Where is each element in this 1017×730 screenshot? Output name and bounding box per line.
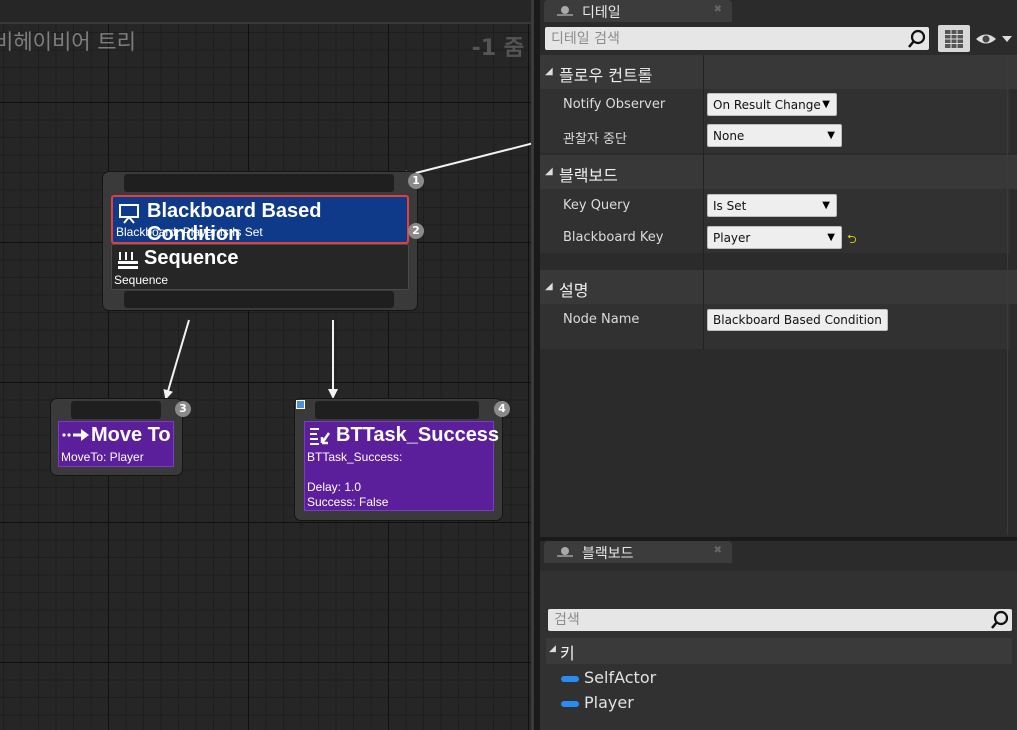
- composite-subtitle: Sequence: [114, 273, 169, 287]
- blackboard-search-field[interactable]: [548, 609, 1012, 631]
- reset-to-default-icon[interactable]: ⮌: [847, 230, 857, 251]
- property-column-divider[interactable]: [703, 55, 704, 350]
- move-to-title: Move To: [91, 424, 171, 446]
- node-name-label: Node Name: [563, 312, 640, 327]
- blackboard-section-header[interactable]: ◢ 블랙보드: [540, 155, 1017, 189]
- blackboard-key-label: Blackboard Key: [563, 230, 664, 245]
- node-name-input[interactable]: Blackboard Based Condition: [707, 309, 888, 331]
- observer-aborts-label: 관찰자 중단: [563, 132, 627, 147]
- notify-observer-dropdown[interactable]: On Result Change ▼: [707, 93, 837, 116]
- bttask-success-task[interactable]: BTTask_Success BTTask_Success: Delay: 1.…: [304, 421, 499, 511]
- collapse-arrow-icon: ◢: [549, 644, 556, 654]
- decorator-title: Blackboard Based Condition: [147, 200, 322, 245]
- key-name: SelfActor: [584, 668, 657, 687]
- close-icon[interactable]: ✖: [714, 4, 722, 15]
- task-list-icon: [310, 428, 331, 445]
- input-pin[interactable]: [71, 401, 161, 419]
- wire-composite-to-moveto: [163, 319, 190, 400]
- collapse-arrow-icon: ◢: [545, 166, 553, 177]
- keys-section-label: 키: [560, 644, 575, 663]
- search-icon: [908, 29, 926, 48]
- execution-index-badge: 1: [408, 173, 424, 189]
- bttask-index-badge: 4: [494, 401, 510, 417]
- description-section-label: 설명: [559, 281, 589, 300]
- blackboard-search-input[interactable]: [548, 609, 1012, 631]
- blackboard-key-dropdown[interactable]: Player ▼: [707, 226, 842, 249]
- move-to-subtitle: MoveTo: Player: [61, 450, 144, 464]
- blackboard-key-value: Player: [713, 231, 751, 245]
- search-icon: [991, 610, 1009, 629]
- details-scrollbar-track[interactable]: [1007, 55, 1008, 535]
- behavior-tree-graph[interactable]: 비헤이비어 트리 -1 줌 1 Blackboard Based Conditi…: [0, 0, 534, 730]
- flow-control-section-label: 플로우 컨트롤: [559, 66, 653, 85]
- blackboard-tab-icon: [557, 547, 573, 557]
- chevron-down-icon: ▼: [822, 200, 830, 211]
- blackboard-icon: [119, 204, 139, 224]
- details-tab-label: 디테일: [582, 5, 621, 21]
- close-icon[interactable]: ✖: [714, 545, 722, 556]
- visibility-options-button[interactable]: [975, 30, 1015, 48]
- blackboard-section-label: 블랙보드: [559, 166, 618, 185]
- input-pin[interactable]: [124, 174, 394, 192]
- move-to-task[interactable]: Move To MoveTo: Player: [58, 421, 174, 467]
- sequence-icon: [118, 252, 138, 269]
- sequence-composite[interactable]: Sequence Sequence: [111, 244, 409, 290]
- details-search-field[interactable]: [545, 27, 929, 50]
- bttask-title: BTTask_Success: [336, 424, 500, 446]
- output-pin[interactable]: [124, 291, 394, 308]
- key-query-dropdown[interactable]: Is Set ▼: [707, 194, 837, 217]
- eye-icon: [976, 34, 1012, 44]
- bttask-line-1: BTTask_Success:: [307, 450, 403, 464]
- details-search-input[interactable]: [545, 27, 929, 50]
- blackboard-decorator[interactable]: Blackboard Based Condition Blackboard: P…: [111, 195, 409, 245]
- description-section-header[interactable]: ◢ 설명: [540, 270, 1017, 304]
- decorator-subtitle: Blackboard: Player is Is Set: [116, 225, 263, 239]
- object-key-icon: [561, 676, 579, 682]
- object-key-icon: [561, 701, 579, 707]
- blackboard-panel: 블랙보드 ✖ ◢ 키 SelfActor Player: [540, 541, 1017, 730]
- move-arrow-icon: [62, 429, 89, 441]
- grid-icon: [945, 30, 963, 48]
- notify-observer-label: Notify Observer: [563, 97, 666, 112]
- bttask-success-value: Success: False: [307, 495, 389, 509]
- details-tab-icon: [557, 6, 573, 16]
- input-pin[interactable]: [315, 401, 479, 419]
- blackboard-tab[interactable]: 블랙보드 ✖: [544, 541, 732, 563]
- connection-wires: [163, 142, 534, 400]
- composite-title: Sequence: [144, 247, 239, 269]
- collapse-arrow-icon: ◢: [545, 281, 553, 292]
- blackboard-tab-label: 블랙보드: [582, 546, 634, 562]
- key-name: Player: [584, 693, 634, 712]
- details-panel: 디테일 ✖ ◢ 플로우 컨트롤 Notify Observer On Resul…: [540, 0, 1017, 537]
- observer-aborts-dropdown[interactable]: None ▼: [707, 124, 842, 147]
- move-to-index-badge: 3: [175, 401, 191, 417]
- property-matrix-button[interactable]: [938, 25, 970, 52]
- chevron-down-icon: ▼: [822, 99, 830, 110]
- key-query-value: Is Set: [713, 199, 747, 213]
- chevron-down-icon: ▼: [827, 232, 835, 243]
- key-query-label: Key Query: [563, 198, 631, 213]
- notify-observer-value: On Result Change: [713, 98, 821, 112]
- collapse-arrow-icon: ◢: [545, 66, 553, 77]
- keys-section-header[interactable]: ◢ 키: [546, 638, 1012, 664]
- observer-aborts-value: None: [713, 129, 745, 143]
- flow-control-section-header[interactable]: ◢ 플로우 컨트롤: [540, 55, 1017, 89]
- wire-root-to-composite: [398, 142, 534, 180]
- chevron-down-icon: ▼: [827, 130, 835, 141]
- blueprint-indicator-icon: [296, 400, 305, 409]
- graph-panel-border: [531, 0, 534, 730]
- bttask-delay: Delay: 1.0: [307, 480, 362, 494]
- decorator-index-badge: 2: [408, 223, 424, 239]
- details-tab[interactable]: 디테일 ✖: [544, 0, 732, 22]
